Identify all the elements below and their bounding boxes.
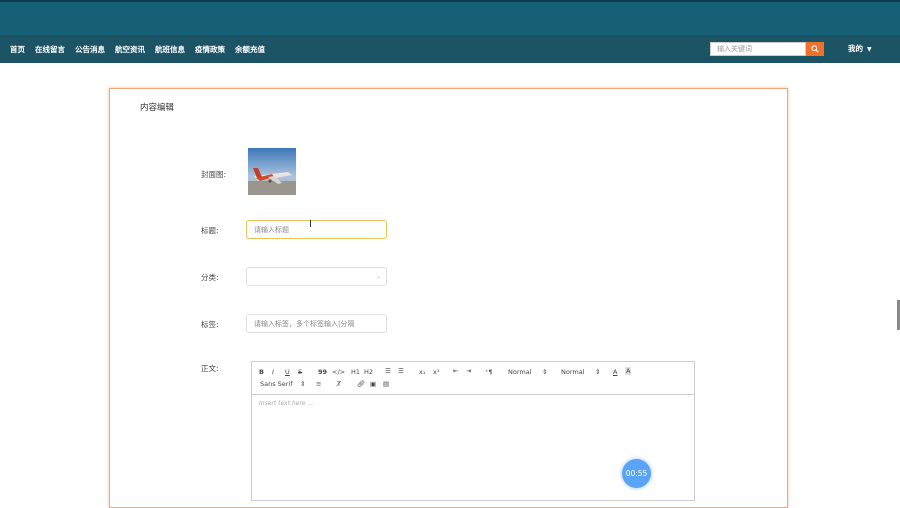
code-block-button[interactable]: </> (332, 368, 345, 376)
indent-icon[interactable]: ⇥ (466, 367, 471, 375)
chevron-down-icon: ⌄ (375, 273, 381, 280)
title-input[interactable]: 请输入标题 (246, 220, 387, 239)
size-select-arrow-icon: ⇕ (542, 368, 548, 376)
editor-content[interactable]: Insert text here ... (259, 400, 313, 407)
text-color-button[interactable]: A (613, 368, 617, 376)
bullet-list-icon[interactable]: ☰ (398, 367, 404, 375)
tags-label: 标签: (201, 320, 219, 329)
image-icon[interactable]: ▣ (370, 380, 376, 388)
timer-badge: 00:55 (622, 459, 651, 488)
header-select[interactable]: Normal (561, 368, 585, 376)
cover-image[interactable] (248, 148, 296, 195)
size-select[interactable]: Normal (508, 368, 532, 376)
title-label: 标题: (201, 226, 219, 235)
strike-button[interactable]: S (298, 368, 302, 376)
nav-menu: 首页 在线留言 公告消息 航空资讯 航班信息 疫情政策 余额充值 (10, 35, 275, 63)
nav-item-recharge[interactable]: 余额充值 (235, 44, 265, 55)
italic-button[interactable]: I (272, 368, 274, 376)
nav-item-home[interactable]: 首页 (10, 44, 25, 55)
nav-item-epidemic-policy[interactable]: 疫情政策 (195, 44, 225, 55)
top-banner (0, 0, 900, 35)
panel-title: 内容编辑 (140, 103, 175, 113)
align-icon[interactable]: ≡ (316, 380, 321, 388)
header2-button[interactable]: H2 (364, 368, 373, 376)
search-icon (811, 45, 819, 53)
video-icon[interactable]: ▤ (383, 380, 389, 388)
ordered-list-icon[interactable]: ☰ (385, 367, 391, 375)
search-button[interactable] (806, 42, 824, 56)
blockquote-button[interactable]: 99 (318, 368, 327, 376)
editor-toolbar: B I U S 99 </> H1 H2 ☰ ☰ x₁ x¹ ⇤ ⇥ ⁺¶ No… (252, 362, 694, 395)
user-menu-label: 我的 (848, 44, 863, 53)
clear-format-icon[interactable]: T̸ (337, 380, 341, 388)
link-icon[interactable]: 🔗︎ (357, 380, 365, 388)
text-cursor: I (309, 219, 312, 230)
background-color-icon[interactable]: A (625, 367, 632, 375)
airplane-photo (248, 148, 296, 195)
nav-item-aviation-news[interactable]: 航空资讯 (115, 44, 145, 55)
category-select[interactable]: ⌄ (246, 267, 387, 286)
body-label: 正文: (201, 364, 219, 373)
nav-item-messages[interactable]: 在线留言 (35, 44, 65, 55)
subscript-button[interactable]: x₁ (419, 368, 425, 376)
tags-input[interactable]: 请输入标签，多个标签输入|分隔 (246, 314, 387, 333)
cover-label: 封面图: (201, 170, 227, 179)
nav-item-announcements[interactable]: 公告消息 (75, 44, 105, 55)
category-label: 分类: (201, 273, 219, 282)
user-menu[interactable]: 我的 ▼ (848, 42, 872, 56)
header-select-arrow-icon: ⇕ (595, 368, 601, 376)
font-select[interactable]: Sans Serif (260, 380, 293, 388)
outdent-icon[interactable]: ⇤ (453, 367, 458, 375)
underline-button[interactable]: U (285, 368, 290, 376)
nav-item-flight-info[interactable]: 航班信息 (155, 44, 185, 55)
text-direction-button[interactable]: ⁺¶ (485, 368, 493, 376)
superscript-button[interactable]: x¹ (433, 368, 439, 376)
header1-button[interactable]: H1 (351, 368, 360, 376)
font-select-arrow-icon: ⇕ (300, 380, 306, 388)
search-input[interactable]: 输入关键词 (710, 42, 806, 56)
bold-button[interactable]: B (259, 368, 264, 376)
caret-down-icon: ▼ (867, 46, 872, 53)
